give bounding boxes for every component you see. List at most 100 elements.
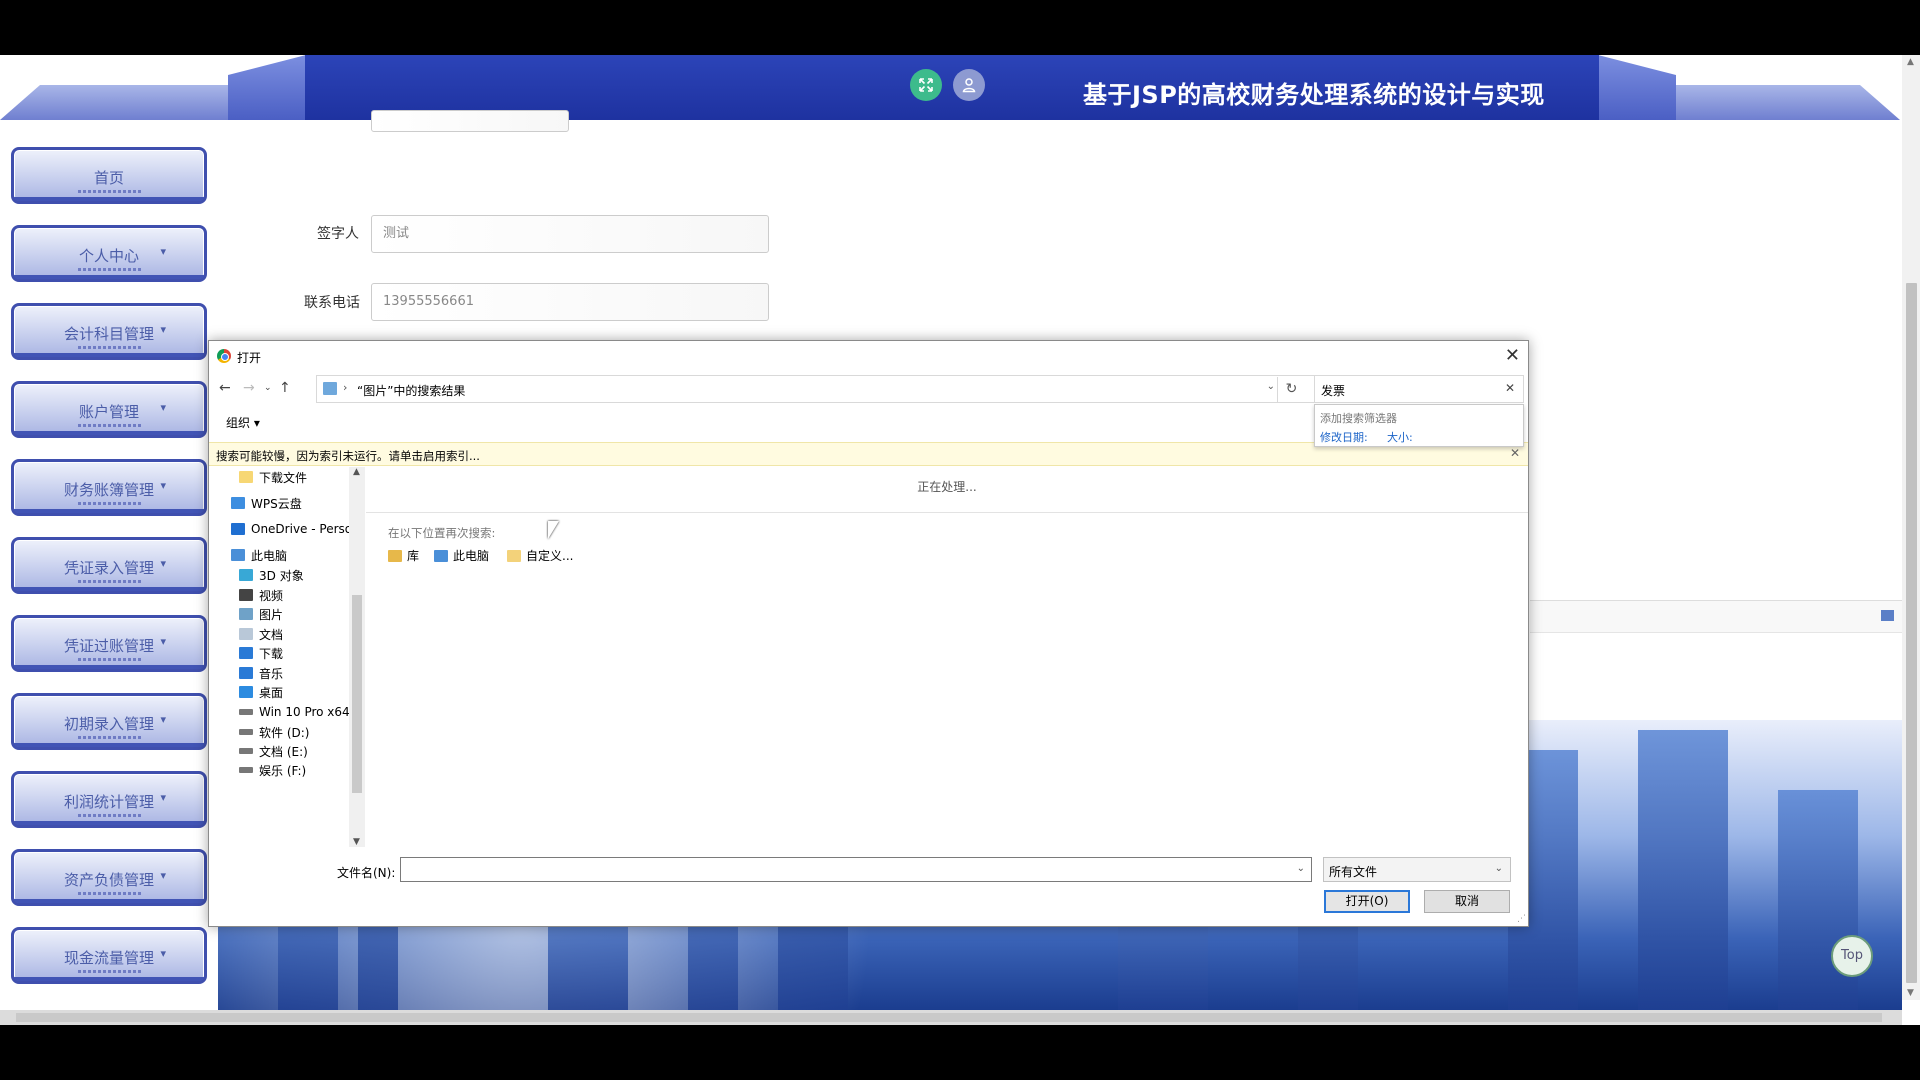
tree-scroll-up-icon[interactable]: ▲ — [353, 467, 360, 477]
filename-input[interactable]: ⌄ — [400, 857, 1312, 882]
signer-label: 签字人 — [317, 226, 359, 242]
drive-icon — [239, 709, 253, 715]
back-to-top-button[interactable]: Top — [1831, 935, 1873, 977]
sidebar-item[interactable]: 账户管理 ▾ — [11, 381, 207, 438]
search-location[interactable]: 库 — [388, 547, 419, 564]
tree-item[interactable]: 3D 对象 — [239, 565, 304, 585]
search-location[interactable]: 自定义... — [507, 547, 573, 564]
cancel-button[interactable]: 取消 — [1424, 890, 1510, 913]
sidebar-item-label: 财务账簿管理 — [63, 481, 154, 499]
building — [1778, 790, 1858, 1010]
tree-item[interactable]: 视频 — [239, 585, 283, 605]
search-again-label: 在以下位置再次搜索: — [388, 526, 496, 540]
refresh-button[interactable]: ↻ — [1277, 377, 1305, 403]
tree-item[interactable]: 软件 (D:) — [239, 722, 309, 742]
sidebar-item[interactable]: 财务账簿管理 ▾ — [11, 459, 207, 516]
computer-icon — [434, 549, 448, 562]
tree-item-label: 文档 — [259, 627, 284, 642]
desktop-icon — [239, 686, 253, 698]
tree-item[interactable]: 文档 (E:) — [239, 741, 308, 761]
tree-item-label: Win 10 Pro x64 — [259, 705, 350, 719]
tree-item[interactable]: OneDrive - Perso — [231, 519, 352, 539]
sidebar-item-label: 利润统计管理 — [63, 793, 154, 811]
filter-size[interactable]: 大小: — [1387, 429, 1413, 445]
sidebar-item-underline — [14, 665, 204, 669]
organize-button[interactable]: 组织 ▾ — [226, 414, 260, 431]
tree-scrollbar[interactable]: ▲ ▼ — [349, 467, 365, 847]
address-bar[interactable]: › “图片”中的搜索结果 ⌄ ↻ — [316, 375, 1316, 403]
info-bar-close-icon[interactable]: ✕ — [1510, 446, 1520, 460]
sidebar-item-label: 资产负债管理 — [63, 871, 154, 889]
sidebar-item[interactable]: 资产负债管理 ▾ — [11, 849, 207, 906]
chevron-down-icon: ▾ — [160, 401, 166, 414]
tree-item[interactable]: 娱乐 (F:) — [239, 760, 306, 780]
tree-item[interactable]: 音乐 — [239, 663, 283, 683]
fullscreen-button[interactable] — [910, 69, 942, 101]
search-filter-popup: 添加搜索筛选器 修改日期: 大小: — [1314, 404, 1524, 447]
address-text: “图片”中的搜索结果 — [357, 384, 466, 398]
sidebar-item[interactable]: 利润统计管理 ▾ — [11, 771, 207, 828]
back-arrow-icon[interactable]: ← — [219, 380, 231, 396]
sidebar-item-underline — [14, 821, 204, 825]
search-input[interactable]: 发票 ✕ — [1314, 375, 1524, 403]
recent-dropdown-icon[interactable]: ⌄ — [264, 383, 272, 393]
chrome-icon — [217, 349, 231, 363]
filter-modified-date[interactable]: 修改日期: — [1320, 429, 1368, 445]
sidebar-item[interactable]: 首页 — [11, 147, 207, 204]
scroll-down-arrow-icon[interactable]: ▼ — [1907, 988, 1914, 998]
sidebar-item-label: 凭证过账管理 — [63, 637, 154, 655]
open-button[interactable]: 打开(O) — [1324, 890, 1410, 913]
tree-item[interactable]: WPS云盘 — [231, 493, 302, 513]
right-panel-header — [1530, 601, 1902, 633]
tree-item-label: 此电脑 — [251, 548, 288, 563]
sidebar-item[interactable]: 会计科目管理 ▾ — [11, 303, 207, 360]
signer-input[interactable]: 测试 — [371, 215, 769, 253]
tree-item[interactable]: 此电脑 — [231, 545, 287, 565]
sidebar-item[interactable]: 凭证录入管理 ▾ — [11, 537, 207, 594]
close-icon[interactable]: ✕ — [1505, 345, 1520, 366]
search-location[interactable]: 此电脑 — [434, 547, 489, 564]
search-folder-icon — [323, 382, 337, 395]
vertical-scrollbar[interactable]: ▲ ▼ — [1902, 55, 1920, 1000]
tree-item[interactable]: 文档 — [239, 624, 283, 644]
tree-item[interactable]: 桌面 — [239, 682, 283, 702]
tree-item[interactable]: 下载 — [239, 643, 283, 663]
clear-search-icon[interactable]: ✕ — [1505, 381, 1515, 395]
horizontal-scrollbar[interactable] — [0, 1010, 1902, 1025]
chevron-down-icon: ▾ — [160, 245, 166, 258]
resize-grip-icon[interactable]: ⋰ — [1517, 914, 1526, 924]
chevron-down-icon: ▾ — [160, 713, 166, 726]
sidebar-item[interactable]: 凭证过账管理 ▾ — [11, 615, 207, 672]
tree-item-label: 视频 — [259, 588, 284, 603]
horizontal-scroll-thumb[interactable] — [16, 1013, 1882, 1022]
tree-item-label: 软件 (D:) — [259, 725, 310, 740]
document-icon — [239, 628, 253, 640]
filename-dropdown-icon[interactable]: ⌄ — [1297, 863, 1305, 874]
scroll-up-arrow-icon[interactable]: ▲ — [1907, 57, 1914, 67]
up-arrow-icon[interactable]: ↑ — [279, 380, 291, 396]
tree-item[interactable]: Win 10 Pro x64 — [239, 702, 350, 722]
building — [1638, 730, 1728, 1010]
user-button[interactable] — [953, 69, 985, 101]
tree-scroll-down-icon[interactable]: ▼ — [353, 837, 360, 847]
address-dropdown-icon[interactable]: ⌄ — [1267, 381, 1275, 392]
tree-item-label: 3D 对象 — [259, 568, 304, 583]
right-panel — [1530, 600, 1902, 725]
header-right-bevel — [1598, 55, 1676, 120]
sidebar-item[interactable]: 初期录入管理 ▾ — [11, 693, 207, 750]
tree-scroll-thumb[interactable] — [352, 595, 362, 793]
tree-item[interactable]: 下载文件 — [239, 467, 307, 487]
sidebar-item[interactable]: 个人中心 ▾ — [11, 225, 207, 282]
processing-status: 正在处理... — [366, 467, 1528, 513]
vertical-scroll-thumb[interactable] — [1906, 283, 1917, 983]
file-type-select[interactable]: 所有文件 ⌄ — [1323, 857, 1511, 882]
monitor-icon[interactable] — [1881, 610, 1894, 621]
sidebar-item[interactable]: 现金流量管理 ▾ — [11, 927, 207, 984]
previous-field[interactable] — [371, 110, 569, 132]
tree-item[interactable]: 图片 — [239, 604, 283, 624]
mouse-cursor-icon — [548, 521, 559, 539]
tree-item-label: 文档 (E:) — [259, 744, 308, 759]
forward-arrow-icon[interactable]: → — [243, 380, 255, 396]
file-type-dropdown-icon: ⌄ — [1494, 863, 1503, 874]
phone-input[interactable]: 13955556661 — [371, 283, 769, 321]
